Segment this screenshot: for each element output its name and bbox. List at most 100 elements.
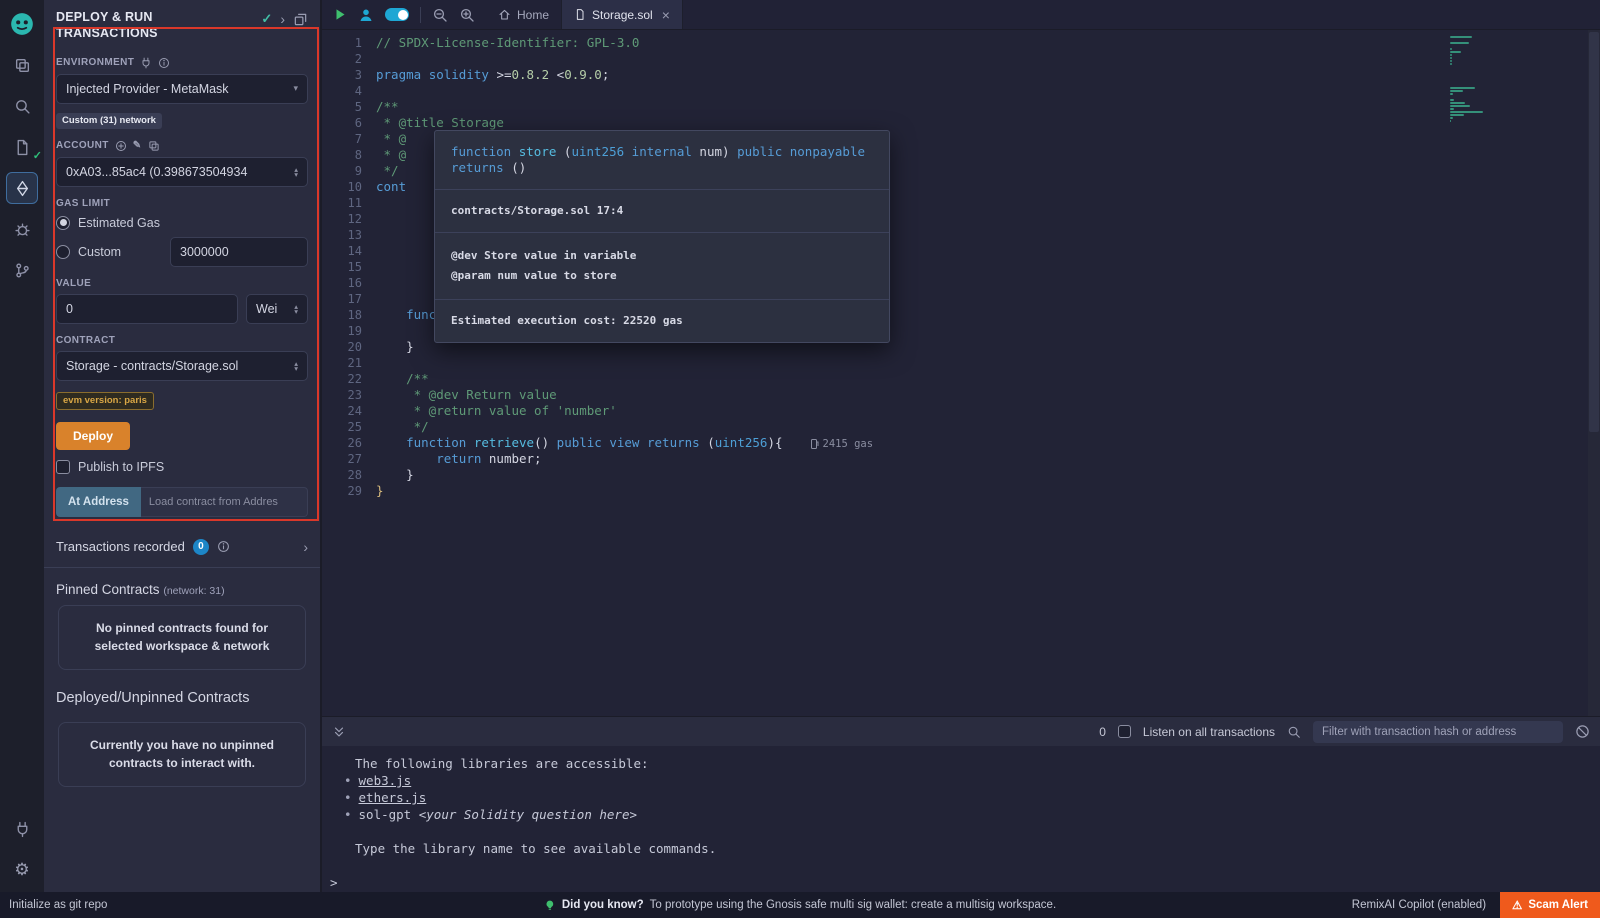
lightbulb-icon (544, 898, 556, 913)
terminal-search-icon[interactable] (1287, 725, 1301, 739)
info-icon[interactable] (158, 57, 170, 69)
compile-success-icon: ✓ (33, 149, 42, 162)
panel-check-icon: ✓ (261, 11, 272, 27)
remix-ide-window: ✓ ⚙ DEPLOY & R (0, 0, 1600, 918)
panel-divider (44, 567, 320, 568)
contract-value: Storage - contracts/Storage.sol (66, 359, 238, 373)
evm-version-badge: evm version: paris (56, 392, 154, 410)
copilot-toggle[interactable] (385, 8, 409, 21)
listen-all-label[interactable]: Listen on all transactions (1143, 725, 1275, 739)
value-unit: Wei (256, 302, 277, 316)
pinned-empty-message: No pinned contracts found for selected w… (58, 605, 306, 670)
zoom-out-icon[interactable] (432, 7, 448, 23)
plugin-manager-icon[interactable] (6, 813, 38, 845)
copy-account-icon[interactable] (148, 140, 160, 152)
publish-ipfs-label[interactable]: Publish to IPFS (78, 460, 164, 474)
close-tab-icon[interactable]: × (662, 7, 670, 23)
code-editor[interactable]: 1234567891011121314151617181920212223242… (322, 30, 1600, 716)
tooltip-location: contracts/Storage.sol 17:4 (435, 190, 889, 233)
tab-storage-sol[interactable]: Storage.sol × (562, 0, 683, 29)
panel-title: DEPLOY & RUN TRANSACTIONS (56, 9, 254, 42)
at-address-button[interactable]: At Address (56, 487, 141, 517)
account-label: ACCOUNT (56, 140, 109, 151)
clear-terminal-icon[interactable] (1575, 724, 1590, 739)
transactions-count-badge: 0 (193, 539, 209, 555)
activity-bar: ✓ ⚙ (0, 0, 44, 892)
editor-scrollbar-thumb[interactable] (1589, 32, 1599, 432)
main-area: Home Storage.sol × 123456789101112131415… (322, 0, 1600, 892)
workspace-icon[interactable] (6, 49, 38, 81)
custom-gas-label[interactable]: Custom (78, 245, 121, 259)
popout-icon[interactable] (293, 12, 308, 27)
add-account-icon[interactable] (115, 140, 127, 152)
value-label: VALUE (56, 278, 91, 289)
did-you-know-tip: Did you know? To prototype using the Gno… (544, 898, 1056, 913)
minimap[interactable] (1450, 36, 1512, 123)
terminal-toolbar: 0 Listen on all transactions (322, 716, 1600, 746)
contract-label: CONTRACT (56, 335, 115, 346)
transactions-recorded-row: Transactions recorded 0 › (56, 539, 308, 555)
debugger-icon[interactable] (6, 213, 38, 245)
scam-alert-badge[interactable]: ⚠ Scam Alert (1500, 892, 1600, 918)
contract-select[interactable]: Storage - contracts/Storage.sol ▴▾ (56, 351, 308, 381)
tab-bar: Home Storage.sol × (322, 0, 1600, 30)
deploy-run-panel: DEPLOY & RUN TRANSACTIONS ✓ › ENVIRONMEN… (44, 0, 322, 892)
editor-gutter: 1234567891011121314151617181920212223242… (322, 35, 376, 716)
settings-gear-icon[interactable]: ⚙ (6, 854, 38, 886)
listen-all-checkbox[interactable] (1118, 725, 1131, 738)
terminal-output[interactable]: The following libraries are accessible:•… (322, 746, 1600, 892)
account-select[interactable]: 0xA03...85ac4 (0.398673504934 ▴▾ (56, 157, 308, 187)
environment-select[interactable]: Injected Provider - MetaMask ▾ (56, 74, 308, 104)
environment-label: ENVIRONMENT (56, 57, 134, 68)
git-icon[interactable] (6, 254, 38, 286)
tip-text: To prototype using the Gnosis safe multi… (650, 899, 1057, 911)
panel-chevron-icon[interactable]: › (280, 11, 285, 27)
value-input[interactable] (56, 294, 238, 324)
network-badge: Custom (31) network (56, 113, 162, 129)
tip-title: Did you know? (562, 899, 644, 911)
estimated-gas-label[interactable]: Estimated Gas (78, 216, 160, 230)
caret-down-icon: ▾ (293, 84, 298, 93)
toolbar-divider (420, 7, 421, 23)
publish-ipfs-checkbox[interactable] (56, 460, 70, 474)
estimated-gas-radio[interactable] (56, 216, 70, 230)
status-bar: Initialize as git repo Did you know? To … (0, 892, 1600, 918)
zoom-in-icon[interactable] (459, 7, 475, 23)
pinned-contracts-heading: Pinned Contracts (network: 31) (56, 582, 308, 597)
transactions-info-icon[interactable] (217, 540, 230, 553)
custom-gas-input[interactable] (170, 237, 308, 267)
edit-account-icon[interactable]: ✎ (133, 140, 142, 151)
transactions-recorded-label: Transactions recorded (56, 539, 185, 554)
plug-icon[interactable] (140, 57, 152, 69)
value-unit-select[interactable]: Wei ▴▾ (246, 294, 308, 324)
environment-label-row: ENVIRONMENT (56, 57, 308, 69)
at-address-input[interactable] (141, 487, 308, 517)
tooltip-gas-cost: Estimated execution cost: 22520 gas (435, 300, 889, 342)
deployed-empty-message: Currently you have no unpinned contracts… (58, 722, 306, 787)
search-icon[interactable] (6, 90, 38, 122)
terminal-tx-count: 0 (1099, 725, 1106, 739)
run-script-icon[interactable] (333, 7, 347, 22)
remix-logo[interactable] (6, 8, 38, 40)
tooltip-signature: function store (uint256 internal num) pu… (435, 131, 889, 190)
copilot-status[interactable]: RemixAI Copilot (enabled) (1352, 899, 1486, 911)
tab-home[interactable]: Home (486, 0, 562, 29)
account-value: 0xA03...85ac4 (0.398673504934 (66, 165, 247, 179)
transactions-expand-icon[interactable]: › (303, 539, 308, 555)
tooltip-doc: @dev Store value in variable@param num v… (435, 233, 889, 300)
account-label-row: ACCOUNT ✎ (56, 140, 308, 152)
transaction-filter-input[interactable] (1313, 721, 1563, 743)
editor-scrollbar[interactable] (1588, 30, 1600, 716)
warning-icon: ⚠ (1512, 898, 1522, 912)
collapse-terminal-icon[interactable] (332, 725, 346, 739)
gas-limit-label: GAS LIMIT (56, 198, 110, 209)
deploy-button[interactable]: Deploy (56, 422, 130, 450)
environment-value: Injected Provider - MetaMask (66, 82, 229, 96)
deploy-run-icon[interactable] (6, 172, 38, 204)
git-init-status[interactable]: Initialize as git repo (0, 899, 107, 911)
copilot-person-icon[interactable] (358, 7, 374, 23)
custom-gas-radio[interactable] (56, 245, 70, 259)
hover-tooltip: function store (uint256 internal num) pu… (434, 130, 890, 343)
solidity-compiler-icon[interactable]: ✓ (6, 131, 38, 163)
deployed-contracts-heading: Deployed/Unpinned Contracts (56, 690, 308, 706)
